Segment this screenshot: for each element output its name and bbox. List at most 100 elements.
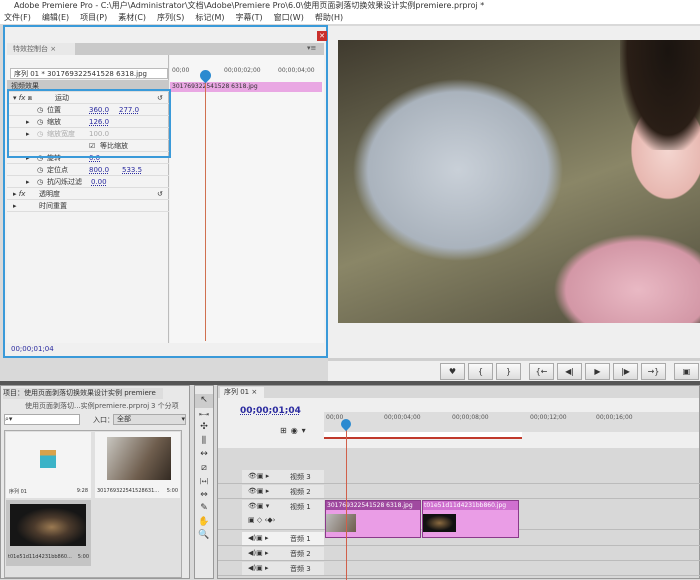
video-frame-detail <box>620 40 700 150</box>
image-thumbnail <box>10 504 86 546</box>
mark-out-button[interactable]: } <box>496 363 521 380</box>
effect-clip-bar[interactable]: 301769322541528 6318.jpg <box>170 82 322 92</box>
menu-clip[interactable]: 素材(C) <box>118 12 146 24</box>
opacity-label: 透明度 <box>39 190 60 198</box>
track-audio-1: ◀)▣ ▸ 音频 1 <box>218 532 700 546</box>
track-header: ◀)▣ ▸ 音频 1 <box>242 532 324 545</box>
item-name: t01e51d11d4231bb860... <box>8 554 72 560</box>
search-input[interactable]: ⌕▾ <box>4 414 80 425</box>
sequence-clip-selector[interactable]: 序列 01 * 301769322541528 6318.jpg <box>10 68 168 79</box>
pen-tool-icon[interactable]: ✎ <box>195 502 213 516</box>
effect-timecode[interactable]: 00;00;01;04 <box>7 343 324 355</box>
panel-menu-icon[interactable]: ▾≡ <box>307 44 316 52</box>
work-area-bar[interactable] <box>324 432 522 439</box>
add-marker-button[interactable]: ♥ <box>440 363 465 380</box>
ripple-edit-tool-icon[interactable]: ✣ <box>195 421 213 435</box>
slip-tool-icon[interactable]: |↔| <box>195 475 213 489</box>
project-item[interactable]: 序列 01 9:28 <box>6 432 91 498</box>
menu-window[interactable]: 窗口(W) <box>274 12 304 24</box>
timeline-ruler[interactable]: 00;00 00;00;04;00 00;00;08;00 00;00;12;0… <box>324 412 699 432</box>
anchor-row: ◷ 定位点 800.0 533.5 <box>7 164 169 176</box>
close-icon[interactable]: ✕ <box>317 31 327 41</box>
project-file: 使用页面剥落切...实例premiere.prproj <box>25 402 150 410</box>
go-to-in-button[interactable]: {← <box>529 363 554 380</box>
ruler-tick: 00;00;04;00 <box>384 414 421 421</box>
tab-sequence-01[interactable]: 序列 01 × <box>220 387 264 398</box>
zoom-tool-icon[interactable]: 🔍 <box>195 529 213 543</box>
ruler-tick: 00;00;08;00 <box>452 414 489 421</box>
project-item[interactable]: t01e51d11d4231bb860... 5:00 <box>6 500 91 566</box>
track-header: 👁▣ ▸ 视频 2 <box>242 485 324 498</box>
menu-marker[interactable]: 标记(M) <box>195 12 224 24</box>
antiflicker-row: ▸ ◷ 抗闪烁过滤 0.00 <box>7 176 169 188</box>
export-frame-button[interactable]: ▣ <box>674 363 699 380</box>
item-count: 3 个分项 <box>151 402 179 410</box>
track-label: 音频 3 <box>290 565 311 573</box>
monitor-scrollbar[interactable] <box>328 358 700 361</box>
snap-marker-icons[interactable]: ⊞◉▾ <box>280 426 310 435</box>
item-duration: 5:00 <box>77 554 89 560</box>
clip-name: t01e51d11d4231bb860.jpg <box>423 501 518 510</box>
track-video-2: 👁▣ ▸ 视频 2 <box>218 485 700 499</box>
timeline-timecode[interactable]: 00;00;01;04 <box>240 406 301 416</box>
track-select-tool-icon[interactable]: ⇤⇥ <box>195 408 213 422</box>
step-back-button[interactable]: ◀| <box>557 363 582 380</box>
menu-title[interactable]: 字幕(T) <box>236 12 263 24</box>
clip-thumbnail <box>326 514 356 532</box>
menu-sequence[interactable]: 序列(S) <box>157 12 184 24</box>
menu-file[interactable]: 文件(F) <box>4 12 31 24</box>
opacity-row[interactable]: ▸ fx 透明度 ↺ <box>7 188 169 200</box>
project-item[interactable]: 301769322541528631... 5:00 <box>95 432 180 498</box>
item-duration: 9:28 <box>76 488 88 494</box>
track-header: 👁▣ ▾ 视频 1 ▣ ◇ ‹◆› <box>242 500 324 529</box>
slide-tool-icon[interactable]: ⇔ <box>195 489 213 503</box>
play-button[interactable]: ▶ <box>585 363 610 380</box>
anchor-label: 定位点 <box>47 166 68 174</box>
hand-tool-icon[interactable]: ✋ <box>195 516 213 530</box>
antiflicker-value[interactable]: 0.00 <box>91 176 107 188</box>
menu-project[interactable]: 项目(P) <box>80 12 107 24</box>
effect-controls-panel: ✕ 特效控制台 × ▾≡ 序列 01 * 301769322541528 631… <box>3 25 328 358</box>
tab-row: 特效控制台 × ▾≡ <box>7 43 324 55</box>
clip-name: 301769322541528 6318.jpg <box>326 501 420 510</box>
menu-edit[interactable]: 编辑(E) <box>42 12 69 24</box>
stopwatch-icon[interactable]: ◷ <box>37 164 43 176</box>
selection-tool-icon[interactable]: ↖ <box>195 394 213 408</box>
playhead-line <box>205 79 206 341</box>
track-video-3: 👁▣ ▸ 视频 3 <box>218 470 700 484</box>
timeline-panel: 序列 01 × 00;00;01;04 ⊞◉▾ 00;00 00;00;04;0… <box>217 385 700 580</box>
project-tab[interactable]: 项目：使用页面剥落切换效果设计实例 premiere <box>3 388 163 399</box>
step-forward-button[interactable]: |▶ <box>613 363 638 380</box>
ruler-tick: 00;00;12;00 <box>530 414 567 421</box>
monitor-controls: ♥ { } {← ◀| ▶ |▶ →} ▣ <box>440 363 699 380</box>
effect-timeline: 00;00 00;00;02;00 00;00;04;00 301769322541… <box>170 55 324 343</box>
time-remap-label: 时间重置 <box>39 202 67 210</box>
menu-help[interactable]: 帮助(H) <box>315 12 343 24</box>
time-remap-row[interactable]: ▸ 时间重置 <box>7 200 169 212</box>
anchor-x[interactable]: 800.0 <box>89 164 109 176</box>
image-thumbnail <box>107 437 171 480</box>
item-duration: 5:00 <box>166 488 178 494</box>
stopwatch-icon[interactable]: ◷ <box>37 176 43 188</box>
highlight-box <box>7 89 171 158</box>
reset-icon[interactable]: ↺ <box>157 188 163 200</box>
item-name: 301769322541528631... <box>97 488 160 494</box>
track-audio-3: ◀)▣ ▸ 音频 3 <box>218 562 700 576</box>
go-to-out-button[interactable]: →} <box>641 363 666 380</box>
track-header: ◀)▣ ▸ 音频 3 <box>242 562 324 575</box>
razor-tool-icon[interactable]: ⧄ <box>195 462 213 476</box>
tab-effect-controls[interactable]: 特效控制台 × <box>7 43 75 55</box>
ruler-tick: 00;00 <box>172 67 190 74</box>
rate-stretch-tool-icon[interactable]: ↔ <box>195 448 213 462</box>
item-name: 序列 01 <box>9 489 27 495</box>
mark-in-button[interactable]: { <box>468 363 493 380</box>
timeline-playhead-line <box>346 426 347 580</box>
menu-bar: 文件(F) 编辑(E) 项目(P) 素材(C) 序列(S) 标记(M) 字幕(T… <box>0 12 700 24</box>
ruler-tick: 00;00 <box>326 414 344 421</box>
rolling-edit-tool-icon[interactable]: ⫼ <box>195 435 213 449</box>
anchor-y[interactable]: 533.5 <box>122 164 142 176</box>
track-header: ◀)▣ ▸ 音频 2 <box>242 547 324 560</box>
effect-ruler[interactable]: 00;00 00;00;02;00 00;00;04;00 <box>170 67 322 81</box>
track-header: 👁▣ ▸ 视频 3 <box>242 470 324 483</box>
entry-select[interactable]: 全部 ▾ <box>113 414 186 425</box>
